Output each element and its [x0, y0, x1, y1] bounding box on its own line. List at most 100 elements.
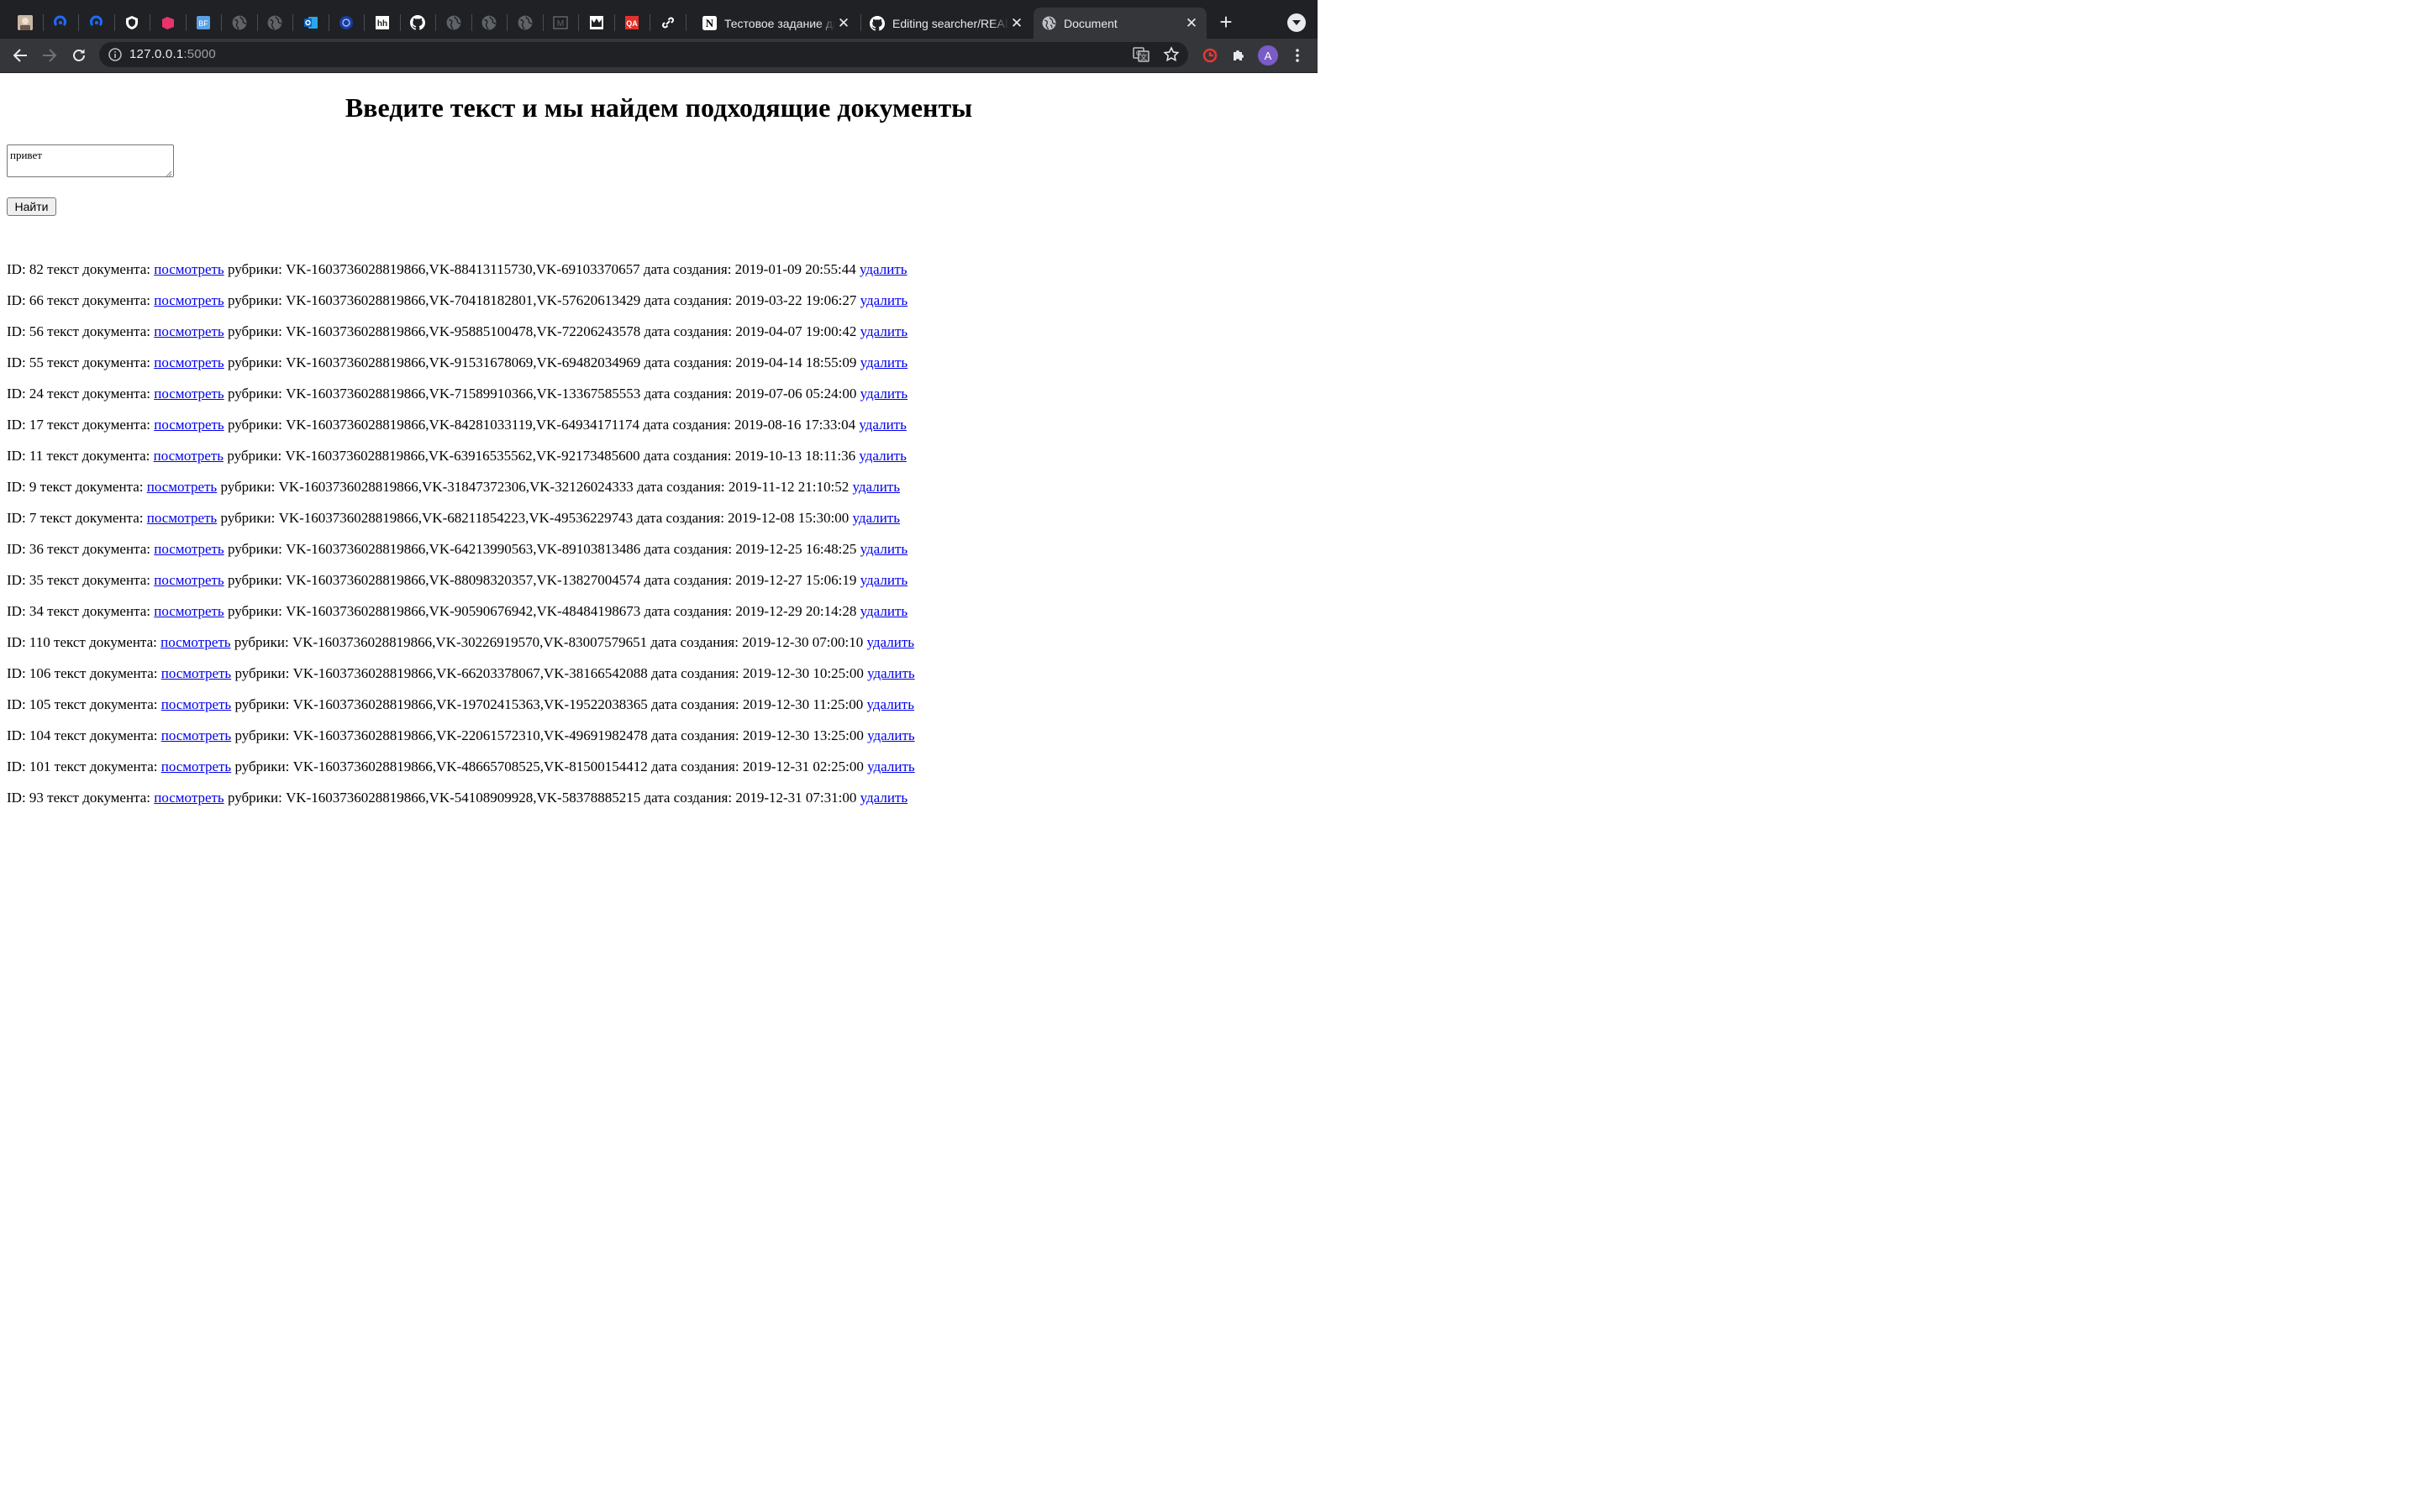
pinned-tab[interactable]: [258, 9, 292, 36]
globe-icon: [446, 15, 461, 30]
view-document-link[interactable]: посмотреть: [154, 261, 224, 277]
delete-document-link[interactable]: удалить: [867, 727, 915, 743]
new-tab-button[interactable]: +: [1215, 11, 1237, 34]
created-date: 2019-03-22 19:06:27: [735, 292, 857, 308]
delete-document-link[interactable]: удалить: [860, 261, 908, 277]
rubrics-label: рубрики:: [224, 292, 287, 308]
delete-document-link[interactable]: удалить: [860, 541, 908, 557]
tab-notion[interactable]: N Тестовое задание для ✕: [694, 8, 859, 39]
tab-title: Editing searcher/READ: [892, 16, 1008, 30]
pinned-tab[interactable]: [80, 9, 113, 36]
delete-document-link[interactable]: удалить: [859, 417, 907, 433]
tab-search-button[interactable]: [1287, 13, 1306, 32]
profile-avatar[interactable]: A: [1258, 45, 1278, 66]
delete-document-link[interactable]: удалить: [860, 323, 908, 339]
view-document-link[interactable]: посмотреть: [154, 323, 224, 339]
back-button[interactable]: [10, 45, 30, 66]
document-id: 66: [29, 292, 44, 308]
find-button[interactable]: Найти: [7, 197, 56, 216]
view-document-link[interactable]: посмотреть: [161, 759, 231, 774]
delete-document-link[interactable]: удалить: [859, 448, 907, 464]
rubrics-label: рубрики:: [231, 727, 293, 743]
pinned-tab[interactable]: [294, 9, 328, 36]
delete-document-link[interactable]: удалить: [860, 790, 908, 806]
tab-github-editing[interactable]: Editing searcher/READ ✕: [862, 8, 1032, 39]
pinned-tab[interactable]: [223, 9, 256, 36]
pinned-tab[interactable]: [437, 9, 471, 36]
view-document-link[interactable]: посмотреть: [154, 386, 224, 402]
pinned-tab[interactable]: [508, 9, 542, 36]
text-label: текст документа:: [50, 665, 161, 681]
view-document-link[interactable]: посмотреть: [161, 696, 231, 712]
notion-icon: N: [701, 15, 718, 32]
tab-close-icon[interactable]: ✕: [1008, 15, 1025, 32]
info-icon[interactable]: [108, 48, 122, 61]
tab-document-active[interactable]: Document ✕: [1034, 8, 1207, 39]
address-url: 127.0.0.1:5000: [129, 47, 216, 61]
view-document-link[interactable]: посмотреть: [154, 572, 224, 588]
pinned-tab[interactable]: [472, 9, 506, 36]
delete-document-link[interactable]: удалить: [866, 634, 914, 650]
document-id: 82: [29, 261, 44, 277]
view-document-link[interactable]: посмотреть: [154, 790, 224, 806]
delete-document-link[interactable]: удалить: [860, 603, 908, 619]
text-label: текст документа:: [43, 541, 155, 557]
rubrics-label: рубрики:: [224, 603, 287, 619]
view-document-link[interactable]: посмотреть: [154, 541, 224, 557]
delete-document-link[interactable]: удалить: [860, 292, 908, 308]
view-document-link[interactable]: посмотреть: [154, 417, 224, 433]
delete-document-link[interactable]: удалить: [860, 354, 908, 370]
view-document-link[interactable]: посмотреть: [154, 603, 224, 619]
text-label: текст документа:: [43, 261, 155, 277]
delete-document-link[interactable]: удалить: [867, 759, 915, 774]
pinned-tab[interactable]: [151, 9, 185, 36]
browser-menu-button[interactable]: [1287, 45, 1307, 66]
pinned-tab[interactable]: [651, 9, 685, 36]
pinned-tab[interactable]: [580, 9, 613, 36]
view-document-link[interactable]: посмотреть: [147, 479, 217, 495]
pinned-tab[interactable]: M: [544, 9, 577, 36]
address-bar[interactable]: 127.0.0.1:5000 文G: [99, 42, 1188, 67]
delete-document-link[interactable]: удалить: [866, 696, 914, 712]
delete-document-link[interactable]: удалить: [852, 479, 900, 495]
view-document-link[interactable]: посмотреть: [154, 448, 224, 464]
pinned-tab[interactable]: BF: [187, 9, 220, 36]
delete-document-link[interactable]: удалить: [867, 665, 915, 681]
page-heading: Введите текст и мы найдем подходящие док…: [345, 92, 973, 123]
document-id: 56: [29, 323, 44, 339]
resize-grip-icon[interactable]: [166, 171, 172, 177]
view-document-link[interactable]: посмотреть: [147, 510, 217, 526]
search-textarea[interactable]: [7, 144, 174, 177]
tab-close-icon[interactable]: ✕: [835, 15, 852, 32]
id-label: ID:: [7, 603, 29, 619]
pinned-tab[interactable]: QA: [615, 9, 649, 36]
tab-close-icon[interactable]: ✕: [1183, 15, 1200, 32]
pinned-tab[interactable]: [8, 9, 42, 36]
delete-document-link[interactable]: удалить: [860, 386, 908, 402]
rubrics-value: VK-1603736028819866,VK-95885100478,VK-72…: [286, 323, 641, 339]
browser-toolbar: 127.0.0.1:5000 文G A: [0, 39, 1318, 73]
pinned-tab[interactable]: [401, 9, 434, 36]
extension-red-icon[interactable]: [1200, 45, 1220, 66]
forward-button[interactable]: [39, 45, 60, 66]
view-document-link[interactable]: посмотреть: [154, 354, 224, 370]
view-document-link[interactable]: посмотреть: [161, 727, 231, 743]
pinned-tab[interactable]: [329, 9, 363, 36]
delete-document-link[interactable]: удалить: [852, 510, 900, 526]
extensions-puzzle-icon[interactable]: [1228, 45, 1249, 66]
id-label: ID:: [7, 572, 29, 588]
created-date: 2019-04-07 19:00:42: [735, 323, 857, 339]
view-document-link[interactable]: посмотреть: [160, 634, 230, 650]
delete-document-link[interactable]: удалить: [860, 572, 908, 588]
pinned-tab[interactable]: hh: [366, 9, 399, 36]
reload-button[interactable]: [69, 45, 89, 66]
star-icon[interactable]: [1163, 46, 1180, 67]
view-document-link[interactable]: посмотреть: [154, 292, 224, 308]
blue-loop-icon: [53, 15, 68, 30]
translate-icon[interactable]: 文G: [1133, 46, 1150, 67]
result-row: ID: 104 текст документа: посмотреть рубр…: [7, 727, 1301, 759]
view-document-link[interactable]: посмотреть: [161, 665, 231, 681]
pinned-tab[interactable]: [115, 9, 149, 36]
pinned-tab[interactable]: [44, 9, 77, 36]
text-label: текст документа:: [50, 759, 161, 774]
